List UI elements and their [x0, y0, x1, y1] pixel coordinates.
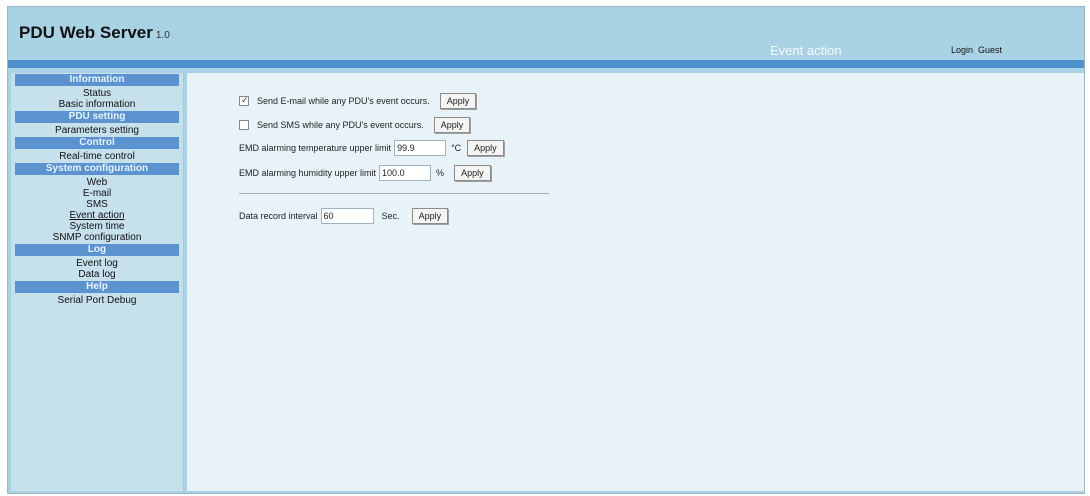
sms-apply-button[interactable]: Apply	[433, 117, 471, 133]
sidebar-item-event-log[interactable]: Event log	[11, 258, 183, 269]
sidebar-item-status[interactable]: Status	[11, 88, 183, 99]
section-header-log: Log	[15, 244, 179, 256]
sms-event-row: Send SMS while any PDU's event occurs. A…	[239, 117, 471, 133]
sidebar-item-serial-port-debug[interactable]: Serial Port Debug	[11, 295, 183, 306]
section-header-information: Information	[15, 74, 179, 86]
sidebar-item-web[interactable]: Web	[11, 177, 183, 188]
main-content: Send E-mail while any PDU's event occurs…	[187, 73, 1084, 491]
data-interval-unit: Sec.	[381, 211, 400, 221]
section-header-help: Help	[15, 281, 179, 293]
data-interval-input[interactable]	[320, 208, 374, 224]
app-title: PDU Web Server 1.0	[19, 23, 170, 43]
humidity-limit-row: EMD alarming humidity upper limit % Appl…	[239, 165, 491, 181]
login-label: Login	[951, 45, 974, 55]
header-strip	[8, 60, 1084, 68]
temp-apply-button[interactable]: Apply	[467, 140, 504, 156]
temp-limit-label: EMD alarming temperature upper limit	[239, 143, 392, 153]
app-title-text: PDU Web Server	[19, 23, 153, 42]
section-header-pdu-setting: PDU setting	[15, 111, 179, 123]
login-user: Guest	[978, 45, 1003, 55]
sidebar-item-email[interactable]: E-mail	[11, 188, 183, 199]
sidebar-item-real-time-control[interactable]: Real-time control	[11, 151, 183, 162]
sidebar-item-data-log[interactable]: Data log	[11, 269, 183, 280]
app-version: 1.0	[155, 30, 170, 41]
temp-unit: °C	[451, 143, 462, 153]
sidebar-item-event-action[interactable]: Event action	[11, 210, 183, 221]
sidebar-item-system-time[interactable]: System time	[11, 221, 183, 232]
page-heading: Event action	[770, 43, 842, 58]
section-header-control: Control	[15, 137, 179, 149]
sidebar-item-basic-information[interactable]: Basic information	[11, 99, 183, 110]
sms-event-label: Send SMS while any PDU's event occurs.	[257, 120, 424, 130]
sidebar-item-snmp-configuration[interactable]: SNMP configuration	[11, 232, 183, 243]
data-interval-label: Data record interval	[239, 211, 318, 221]
sidebar-item-parameters-setting[interactable]: Parameters setting	[11, 125, 183, 136]
email-event-checkbox[interactable]	[239, 95, 249, 106]
sms-event-checkbox[interactable]	[239, 120, 249, 130]
humidity-unit: %	[436, 168, 445, 178]
section-header-system-configuration: System configuration	[15, 163, 179, 175]
email-apply-button[interactable]: Apply	[439, 93, 477, 109]
email-event-label: Send E-mail while any PDU's event occurs…	[257, 96, 430, 106]
section-divider	[239, 193, 549, 194]
data-interval-apply-button[interactable]: Apply	[411, 208, 449, 224]
header-bar: PDU Web Server 1.0 Event action Login Gue…	[8, 7, 1084, 68]
data-interval-row: Data record interval Sec. Apply	[239, 208, 449, 224]
email-event-row: Send E-mail while any PDU's event occurs…	[239, 93, 477, 109]
humidity-limit-input[interactable]	[379, 165, 432, 181]
humidity-limit-label: EMD alarming humidity upper limit	[239, 168, 377, 178]
humidity-apply-button[interactable]: Apply	[454, 165, 491, 181]
temp-limit-input[interactable]	[394, 140, 447, 156]
sidebar: Information Status Basic information PDU…	[11, 73, 184, 491]
sidebar-item-sms[interactable]: SMS	[11, 199, 183, 210]
app-frame: PDU Web Server 1.0 Event action Login Gue…	[7, 6, 1085, 494]
temp-limit-row: EMD alarming temperature upper limit °C …	[239, 140, 504, 156]
